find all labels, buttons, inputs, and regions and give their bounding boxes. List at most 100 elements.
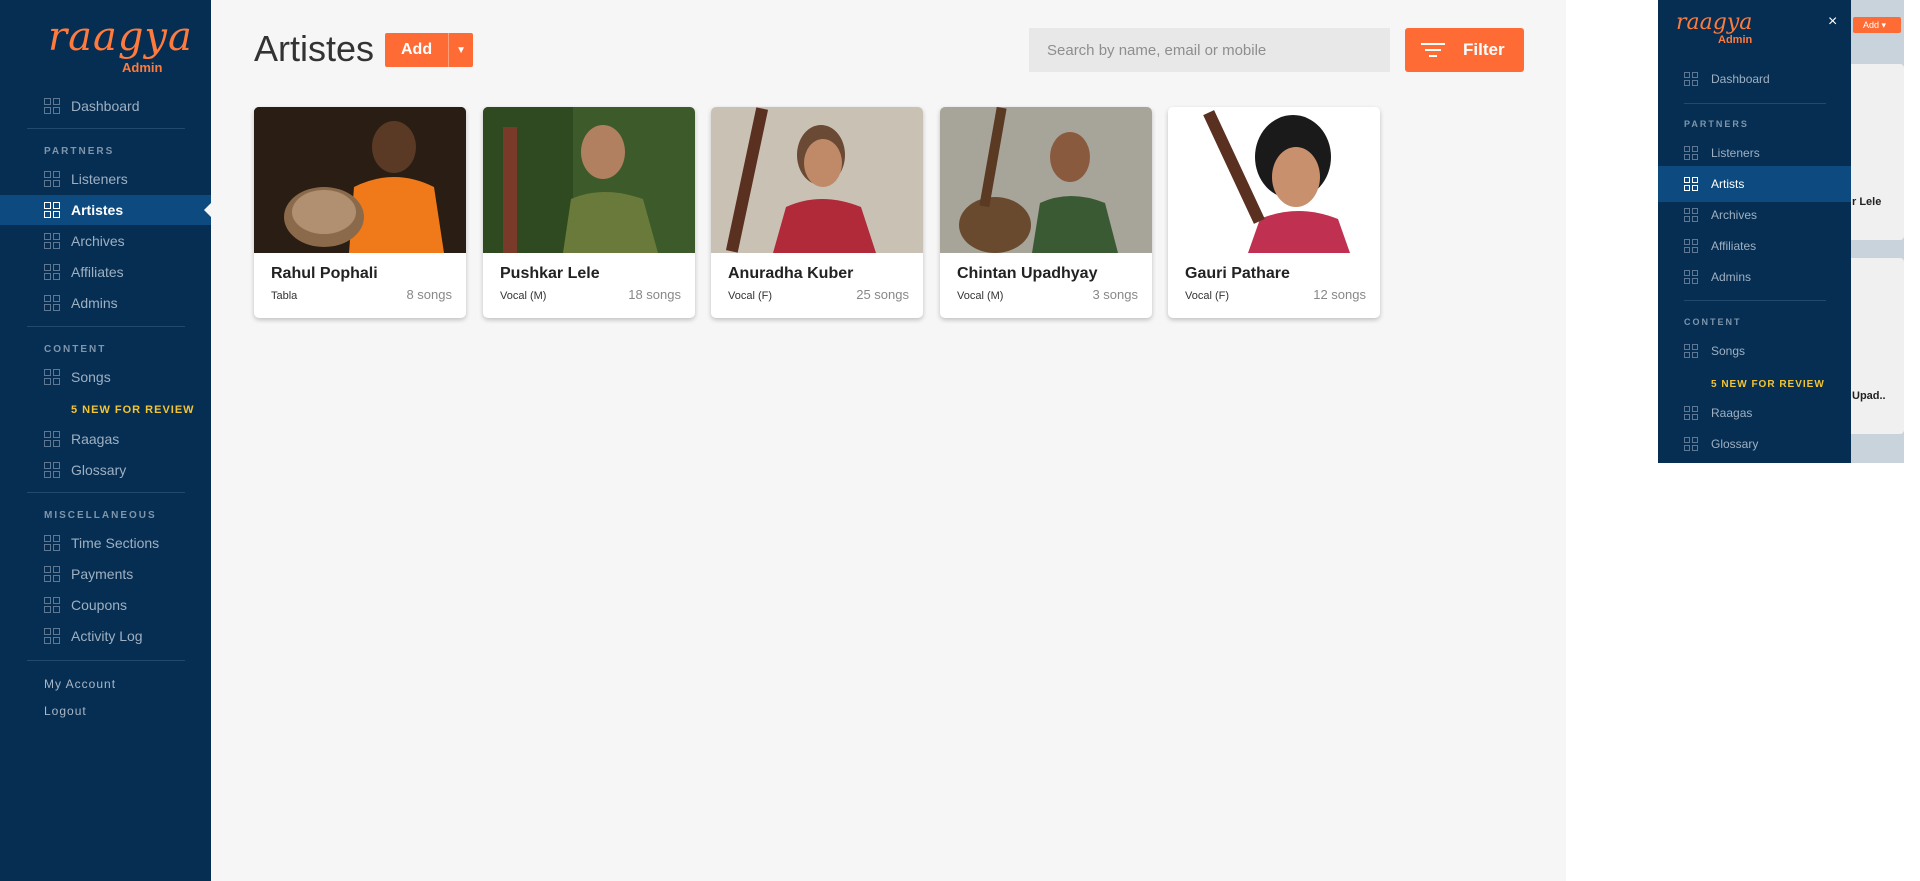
- sidebar-item-listeners[interactable]: Listeners: [0, 164, 211, 194]
- mobile-review-badge[interactable]: 5 NEW FOR REVIEW: [1711, 379, 1825, 390]
- filter-button[interactable]: Filter: [1405, 28, 1524, 72]
- mobile-preview: Add ▾ r Lele Upad.. raagya Admin × Dashb…: [1658, 0, 1904, 463]
- sidebar-item-time-sections[interactable]: Time Sections: [0, 528, 211, 558]
- grid-icon: [1684, 145, 1699, 161]
- sidebar-item-coupons[interactable]: Coupons: [0, 590, 211, 620]
- artist-name: Anuradha Kuber: [728, 265, 854, 282]
- sidebar-item-payments[interactable]: Payments: [0, 559, 211, 589]
- sidebar-item-label: Archives: [71, 233, 125, 249]
- artist-photo: [254, 107, 466, 253]
- mobile-item-admins[interactable]: Admins: [1658, 259, 1851, 295]
- grid-icon: [44, 171, 60, 187]
- mobile-item-dashboard[interactable]: Dashboard: [1658, 61, 1851, 97]
- sidebar-item-label: Affiliates: [71, 264, 124, 280]
- brand-name: raagya: [1676, 10, 1753, 35]
- artist-name: Pushkar Lele: [500, 265, 600, 282]
- sidebar-item-label: Artistes: [71, 202, 124, 218]
- mobile-item-label: Artists: [1711, 177, 1745, 191]
- app-frame: raagya Admin Dashboard PARTNERS Listener…: [0, 0, 1566, 881]
- mobile-section-partners: PARTNERS: [1684, 119, 1749, 129]
- review-badge[interactable]: 5 NEW FOR REVIEW: [71, 404, 195, 416]
- artist-photo: [711, 107, 923, 253]
- sidebar-item-label: Coupons: [71, 597, 128, 613]
- brand-subtitle: Admin: [122, 60, 163, 75]
- sidebar-item-affiliates[interactable]: Affiliates: [0, 257, 211, 287]
- sidebar-item-activity-log[interactable]: Activity Log: [0, 621, 211, 651]
- mobile-brand-logo[interactable]: raagya Admin: [1676, 10, 1753, 46]
- sidebar-item-artistes[interactable]: Artistes: [0, 195, 211, 225]
- mobile-item-label: Raagas: [1711, 406, 1753, 420]
- sidebar-item-label: Raagas: [71, 431, 120, 447]
- artist-role: Vocal (F): [728, 290, 773, 302]
- divider: [27, 128, 185, 129]
- filter-icon: [1421, 42, 1445, 58]
- artist-photo: [483, 107, 695, 253]
- section-partners: PARTNERS: [44, 146, 115, 157]
- caret-down-icon[interactable]: ▼: [449, 33, 473, 67]
- my-account-link[interactable]: My Account: [44, 677, 116, 691]
- mobile-section-content: CONTENT: [1684, 317, 1742, 327]
- mobile-item-label: Listeners: [1711, 146, 1760, 160]
- close-icon[interactable]: ×: [1828, 13, 1837, 31]
- sidebar-item-label: Activity Log: [71, 628, 143, 644]
- sidebar-item-archives[interactable]: Archives: [0, 226, 211, 256]
- grid-icon: [44, 369, 60, 385]
- mobile-item-glossary[interactable]: Glossary: [1658, 426, 1851, 462]
- sidebar-item-label: Glossary: [71, 462, 127, 478]
- add-button-label: Add: [385, 33, 450, 67]
- grid-icon: [1684, 176, 1699, 192]
- artist-card[interactable]: Gauri Pathare Vocal (F) 12 songs: [1168, 107, 1380, 318]
- divider: [1684, 300, 1826, 301]
- sidebar-item-songs[interactable]: Songs: [0, 362, 211, 392]
- mobile-sidebar: raagya Admin × Dashboard PARTNERS Listen…: [1658, 0, 1851, 463]
- mobile-item-label: Affiliates: [1711, 239, 1757, 253]
- grid-icon: [44, 597, 60, 613]
- add-button[interactable]: Add ▼: [385, 33, 474, 67]
- mobile-card-name: Upad..: [1852, 390, 1886, 402]
- grid-icon: [1684, 269, 1699, 285]
- brand-subtitle: Admin: [1718, 34, 1753, 46]
- sidebar-item-label: Dashboard: [71, 98, 140, 114]
- grid-icon: [44, 462, 60, 478]
- grid-icon: [44, 295, 60, 311]
- artist-card[interactable]: Anuradha Kuber Vocal (F) 25 songs: [711, 107, 923, 318]
- grid-icon: [1684, 71, 1699, 87]
- artist-card[interactable]: Pushkar Lele Vocal (M) 18 songs: [483, 107, 695, 318]
- grid-icon: [44, 431, 60, 447]
- artist-song-count: 3 songs: [1092, 287, 1138, 302]
- brand-logo[interactable]: raagya Admin: [48, 14, 192, 75]
- grid-icon: [1684, 238, 1699, 254]
- artist-role: Vocal (M): [500, 290, 547, 302]
- grid-icon: [1684, 207, 1699, 223]
- artist-card[interactable]: Rahul Pophali Tabla 8 songs: [254, 107, 466, 318]
- search-input[interactable]: [1029, 28, 1390, 72]
- sidebar-item-raagas[interactable]: Raagas: [0, 424, 211, 454]
- grid-icon: [44, 233, 60, 249]
- sidebar-item-glossary[interactable]: Glossary: [0, 455, 211, 485]
- mobile-add-button[interactable]: Add ▾: [1853, 17, 1901, 33]
- artist-role: Tabla: [271, 290, 298, 302]
- divider: [27, 326, 185, 327]
- section-content: CONTENT: [44, 344, 107, 355]
- page-title: Artistes: [254, 28, 375, 69]
- artist-card[interactable]: Chintan Upadhyay Vocal (M) 3 songs: [940, 107, 1152, 318]
- sidebar-item-dashboard[interactable]: Dashboard: [0, 91, 211, 121]
- artist-song-count: 12 songs: [1313, 287, 1366, 302]
- logout-link[interactable]: Logout: [44, 704, 87, 718]
- artist-name: Gauri Pathare: [1185, 265, 1290, 282]
- artist-photo: [1168, 107, 1380, 253]
- artist-role: Vocal (F): [1185, 290, 1230, 302]
- divider: [1684, 103, 1826, 104]
- mobile-item-songs[interactable]: Songs: [1658, 333, 1851, 369]
- artist-song-count: 8 songs: [406, 287, 452, 302]
- mobile-item-label: Admins: [1711, 270, 1752, 284]
- sidebar-item-label: Listeners: [71, 171, 128, 187]
- filter-button-label: Filter: [1463, 40, 1505, 59]
- grid-icon: [44, 98, 60, 114]
- sidebar: raagya Admin Dashboard PARTNERS Listener…: [0, 0, 211, 881]
- grid-icon: [1684, 405, 1699, 421]
- divider: [27, 492, 185, 493]
- sidebar-item-label: Songs: [71, 369, 111, 385]
- grid-icon: [44, 535, 60, 551]
- sidebar-item-admins[interactable]: Admins: [0, 288, 211, 318]
